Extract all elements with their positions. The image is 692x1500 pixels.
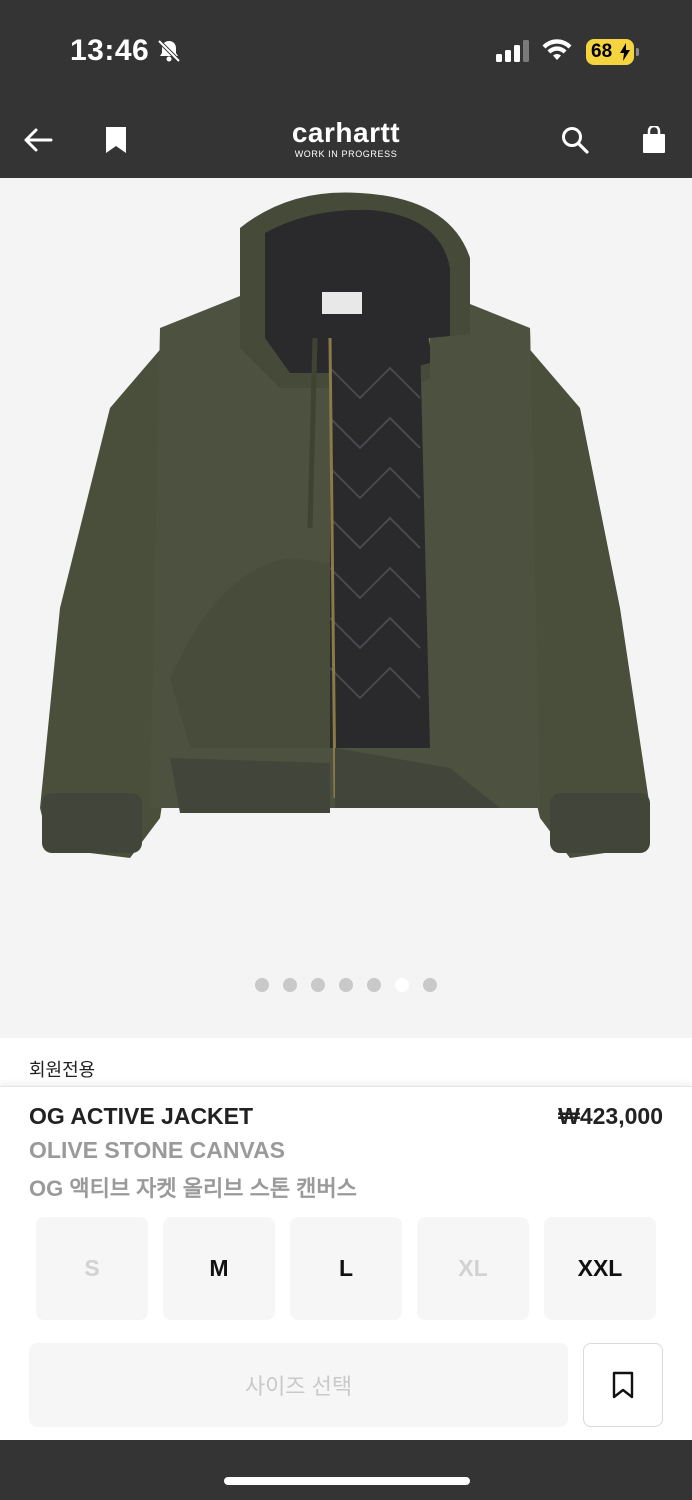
product-gallery[interactable] [0, 178, 692, 1038]
members-only-label: 회원전용 [29, 1060, 96, 1080]
gallery-dot[interactable] [395, 978, 409, 992]
gallery-dot[interactable] [311, 978, 325, 992]
brand-logo[interactable]: carhartt WORK IN PROGRESS [246, 117, 446, 160]
size-options: S M L XL XXL [36, 1217, 656, 1320]
bookmark-icon[interactable] [96, 120, 136, 160]
wifi-icon [542, 38, 572, 67]
size-option-xl[interactable]: XL [417, 1217, 529, 1320]
size-option-xxl[interactable]: XXL [544, 1217, 656, 1320]
select-size-button[interactable]: 사이즈 선택 [29, 1343, 568, 1427]
gallery-dot[interactable] [283, 978, 297, 992]
bottom-bar [0, 1440, 692, 1500]
purchase-sheet: OG ACTIVE JACKET ₩423,000 OLIVE STONE CA… [0, 1086, 692, 1440]
back-arrow-icon[interactable] [18, 120, 58, 160]
gallery-pagination [0, 978, 692, 992]
size-option-l[interactable]: L [290, 1217, 402, 1320]
shopping-bag-icon[interactable] [634, 120, 674, 160]
search-icon[interactable] [555, 120, 595, 160]
product-korean-name: OG 액티브 자켓 올리브 스톤 캔버스 [29, 1176, 357, 1201]
bookmark-outline-icon [612, 1371, 634, 1399]
gallery-dot[interactable] [367, 978, 381, 992]
battery-icon: 68 [586, 39, 639, 65]
product-name: OG ACTIVE JACKET [29, 1103, 254, 1129]
product-price: ₩423,000 [558, 1103, 663, 1129]
size-option-m[interactable]: M [163, 1217, 275, 1320]
logo-tagline: WORK IN PROGRESS [294, 149, 398, 159]
bell-slash-icon [156, 38, 182, 69]
logo-wordmark: carhartt [291, 117, 401, 148]
header-nav: carhartt WORK IN PROGRESS [0, 100, 692, 178]
gallery-dot[interactable] [339, 978, 353, 992]
status-bar: 13:46 68 [0, 0, 692, 100]
product-color: OLIVE STONE CANVAS [29, 1137, 286, 1163]
status-time: 13:46 [70, 34, 150, 67]
product-image[interactable] [30, 188, 662, 868]
size-option-s[interactable]: S [36, 1217, 148, 1320]
wishlist-button[interactable] [583, 1343, 663, 1427]
gallery-dot[interactable] [255, 978, 269, 992]
battery-level: 68 [591, 41, 613, 62]
members-only-strip: 회원전용 [0, 1038, 692, 1088]
gallery-dot[interactable] [423, 978, 437, 992]
signal-icon [496, 40, 530, 67]
home-indicator[interactable] [224, 1477, 470, 1485]
